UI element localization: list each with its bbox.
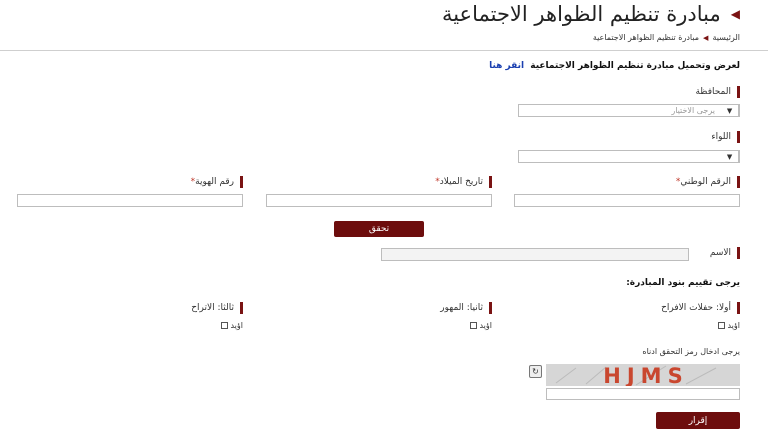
checkbox[interactable] <box>221 322 229 329</box>
evaluation-option[interactable]: اؤيد <box>718 321 740 330</box>
brigade-select[interactable]: ▼ <box>518 150 740 163</box>
title-arrow-icon: ◀ <box>730 7 740 21</box>
captcha-image: HJMS <box>546 364 740 386</box>
chevron-down-icon[interactable]: ▼ <box>721 105 739 116</box>
download-link[interactable]: انقر هنا <box>489 61 524 71</box>
checkbox[interactable] <box>718 322 726 329</box>
captcha-input[interactable] <box>546 388 740 400</box>
checkbox[interactable] <box>470 322 478 329</box>
captcha-prompt: يرجى ادخال رمز التحقق ادناه <box>642 347 740 356</box>
submit-button[interactable]: إقرار <box>656 412 740 429</box>
captcha-code: HJMS <box>603 364 688 386</box>
refresh-icon[interactable]: ↻ <box>529 365 542 378</box>
evaluation-item-label: ثالثا: الاتراح <box>191 302 243 314</box>
evaluation-item-label: أولا: حفلات الافراح <box>661 302 740 314</box>
page-title-text: مبادرة تنظيم الظواهر الاجتماعية <box>441 2 721 26</box>
breadcrumb-separator-icon: ◀ <box>703 33 709 42</box>
name-field <box>381 248 689 261</box>
brigade-label: اللواء <box>711 131 740 143</box>
national-id-label: الرقم الوطني* <box>672 176 740 188</box>
national-id-field[interactable] <box>514 194 740 207</box>
intro-line: لعرض وتحميل مبادرة تنظيم الظواهر الاجتما… <box>489 61 740 71</box>
breadcrumb-current: مبادرة تنظيم الظواهر الاجتماعية <box>592 33 700 42</box>
brigade-select-value <box>519 151 721 162</box>
birth-date-field[interactable] <box>266 194 492 207</box>
evaluation-heading: يرجى تقييم بنود المبادرة: <box>626 278 740 288</box>
intro-text: لعرض وتحميل مبادرة تنظيم الظواهر الاجتما… <box>530 61 740 71</box>
evaluation-option[interactable]: اؤيد <box>470 321 492 330</box>
governorate-select[interactable]: يرجى الاختيار ▼ <box>518 104 740 117</box>
evaluation-option[interactable]: اؤيد <box>221 321 243 330</box>
breadcrumb: الرئيسية ◀ مبادرة تنظيم الظواهر الاجتماع… <box>593 33 740 42</box>
verify-button[interactable]: تحقق <box>334 221 424 237</box>
page: ◀ مبادرة تنظيم الظواهر الاجتماعية الرئيس… <box>0 0 768 432</box>
birth-date-label: تاريخ الميلاد* <box>431 176 492 188</box>
chevron-down-icon[interactable]: ▼ <box>721 151 739 162</box>
id-number-label: رقم الهوية* <box>187 176 243 188</box>
page-title: ◀ مبادرة تنظيم الظواهر الاجتماعية <box>442 2 740 26</box>
name-label: الاسم <box>710 247 740 259</box>
governorate-select-value: يرجى الاختيار <box>671 106 715 115</box>
captcha-graphic: HJMS <box>546 364 740 386</box>
breadcrumb-home[interactable]: الرئيسية <box>712 33 740 42</box>
evaluation-item-label: ثانيا: المهور <box>440 302 492 314</box>
governorate-label: المحافظة <box>695 86 740 98</box>
header-divider <box>0 50 768 51</box>
id-number-field[interactable] <box>17 194 243 207</box>
